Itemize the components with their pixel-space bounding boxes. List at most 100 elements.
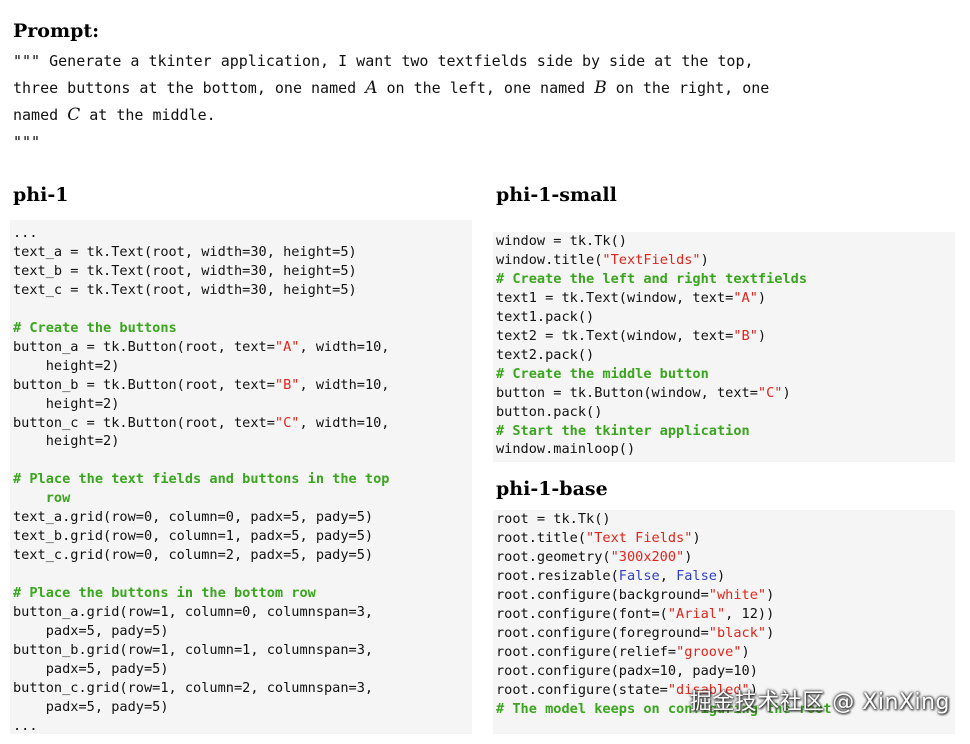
code-line: text1 = tk.Text(window, text="A"): [496, 289, 955, 308]
code-text: text_b.grid(row=0, column=1, padx=5, pad…: [13, 528, 374, 545]
code-text: ): [782, 384, 791, 401]
code-text: ): [741, 643, 750, 660]
code-line: text2 = tk.Text(window, text="B"): [496, 327, 955, 346]
code-comment: # Create the buttons: [13, 319, 177, 336]
code-text: , width=10,: [299, 414, 390, 431]
code-text: text2 = tk.Text(window, text=: [496, 327, 734, 344]
code-line: button = tk.Button(window, text="C"): [496, 384, 955, 403]
code-text: padx=5, pady=5): [13, 698, 169, 715]
prompt-line-2: three buttons at the bottom, one named A…: [13, 78, 770, 98]
code-line: window.mainloop(): [496, 440, 955, 459]
prompt-line-3: named C at the middle.: [13, 105, 216, 125]
code-text: root.title(: [496, 529, 587, 546]
prompt-line-2-part: on the right, one: [606, 79, 770, 97]
code-block-phi-1: ... text_a = tk.Text(root, width=30, heig…: [10, 220, 472, 734]
code-line: # Place the text fields and buttons in t…: [13, 470, 472, 489]
code-line: button_a.grid(row=1, column=0, columnspa…: [13, 603, 472, 622]
code-line: button_c = tk.Button(root, text="C", wid…: [13, 414, 472, 433]
code-text: root.geometry(: [496, 548, 611, 565]
code-line: row: [13, 489, 472, 508]
code-text: window.title(: [496, 251, 603, 268]
code-line: text_c.grid(row=0, column=2, padx=5, pad…: [13, 546, 472, 565]
code-string: "A": [274, 338, 300, 355]
code-text: text2.pack(): [496, 346, 595, 363]
code-line: button_a = tk.Button(root, text="A", wid…: [13, 338, 472, 357]
code-line: text_b.grid(row=0, column=1, padx=5, pad…: [13, 527, 472, 546]
code-text: root = tk.Tk(): [496, 511, 611, 527]
code-text: height=2): [13, 433, 120, 450]
code-line: root.configure(padx=10, pady=10): [496, 662, 955, 681]
code-string: "B": [274, 376, 300, 393]
code-line: padx=5, pady=5): [13, 660, 472, 679]
code-text: ): [716, 567, 726, 584]
code-text: height=2): [13, 357, 120, 374]
code-comment: # Place the buttons in the bottom row: [13, 585, 316, 602]
code-line: text_a = tk.Text(root, width=30, height=…: [13, 243, 472, 262]
code-line: # Create the left and right textfields: [496, 270, 955, 289]
code-line: button_b = tk.Button(root, text="B", wid…: [13, 376, 472, 395]
code-block-phi-1-small: window = tk.Tk() window.title("TextFields…: [493, 232, 955, 462]
code-line: root.configure(font=("Arial", 12)): [496, 605, 955, 624]
code-text: ): [766, 624, 775, 641]
code-text: button_a.grid(row=1, column=0, columnspa…: [13, 604, 374, 621]
code-keyword: False: [676, 567, 717, 584]
prompt-line-3-part: at the middle.: [80, 106, 216, 124]
code-text: button_c.grid(row=1, column=2, columnspa…: [13, 679, 374, 696]
code-line: button_b.grid(row=1, column=1, columnspa…: [13, 641, 472, 660]
code-comment: # Create the left and right textfields: [496, 270, 807, 287]
code-string: "Arial": [667, 605, 726, 622]
code-string: "300x200": [610, 548, 685, 565]
code-string: "C": [274, 414, 300, 431]
code-text: root.configure(state=: [496, 681, 668, 698]
code-text: text_b = tk.Text(root, width=30, height=…: [13, 262, 357, 279]
code-text: button.pack(): [496, 403, 603, 420]
math-var-a: A: [365, 78, 378, 98]
code-line: text_a.grid(row=0, column=0, padx=5, pad…: [13, 508, 472, 527]
code-text: button_b = tk.Button(root, text=: [13, 376, 275, 393]
code-text: root.configure(font=(: [496, 605, 668, 622]
code-text: button_c = tk.Button(root, text=: [13, 414, 275, 431]
code-comment: # Place the text fields and buttons in t…: [13, 471, 390, 488]
code-keyword: False: [618, 567, 660, 584]
code-text: button = tk.Button(window, text=: [496, 384, 758, 401]
code-line: root.configure(relief="groove"): [496, 643, 955, 662]
code-line: button_c.grid(row=1, column=2, columnspa…: [13, 679, 472, 698]
code-line: root.title("Text Fields"): [496, 529, 955, 548]
code-line: # Create the buttons: [13, 319, 472, 338]
code-text: text1 = tk.Text(window, text=: [496, 289, 734, 306]
code-text: ,: [659, 567, 677, 584]
code-comment: # Start the tkinter application: [496, 422, 750, 439]
code-text: ...: [13, 717, 38, 734]
code-string: "white": [708, 586, 767, 603]
code-line: root.geometry("300x200"): [496, 548, 955, 567]
watermark: 掘金技术社区 @ XinXing: [689, 690, 950, 715]
code-line: root = tk.Tk(): [496, 510, 955, 529]
panel-heading-phi-1-base: phi-1-base: [496, 478, 608, 500]
code-text: height=2): [13, 395, 120, 412]
code-comment: # Create the middle button: [496, 365, 709, 382]
code-line: ...: [13, 717, 472, 734]
code-text: padx=5, pady=5): [13, 623, 169, 640]
code-string: "C": [757, 384, 783, 401]
code-text: root.configure(background=: [496, 586, 709, 603]
code-line: height=2): [13, 357, 472, 376]
code-text: , width=10,: [299, 338, 390, 355]
code-listing: ... text_a = tk.Text(root, width=30, heig…: [13, 224, 472, 734]
code-string: "B": [733, 327, 758, 344]
code-text: root.configure(padx=10, pady=10): [496, 662, 758, 679]
code-text: ): [692, 529, 701, 546]
code-text: ...: [13, 225, 38, 241]
code-listing: root = tk.Tk() root.title("Text Fields") r…: [496, 510, 955, 718]
code-text: text_c = tk.Text(root, width=30, height=…: [13, 281, 357, 298]
code-text: ): [757, 289, 767, 306]
code-text: text_a.grid(row=0, column=0, padx=5, pad…: [13, 509, 374, 526]
code-text: ): [684, 548, 693, 565]
math-var-c: C: [67, 105, 81, 125]
code-text: window = tk.Tk(): [496, 233, 627, 249]
code-line: height=2): [13, 395, 472, 414]
code-line: text_c = tk.Text(root, width=30, height=…: [13, 281, 472, 300]
code-line: # Start the tkinter application: [496, 422, 955, 441]
code-string: "groove": [676, 643, 742, 660]
prompt-line-2-part: three buttons at the bottom, one named: [13, 79, 366, 97]
